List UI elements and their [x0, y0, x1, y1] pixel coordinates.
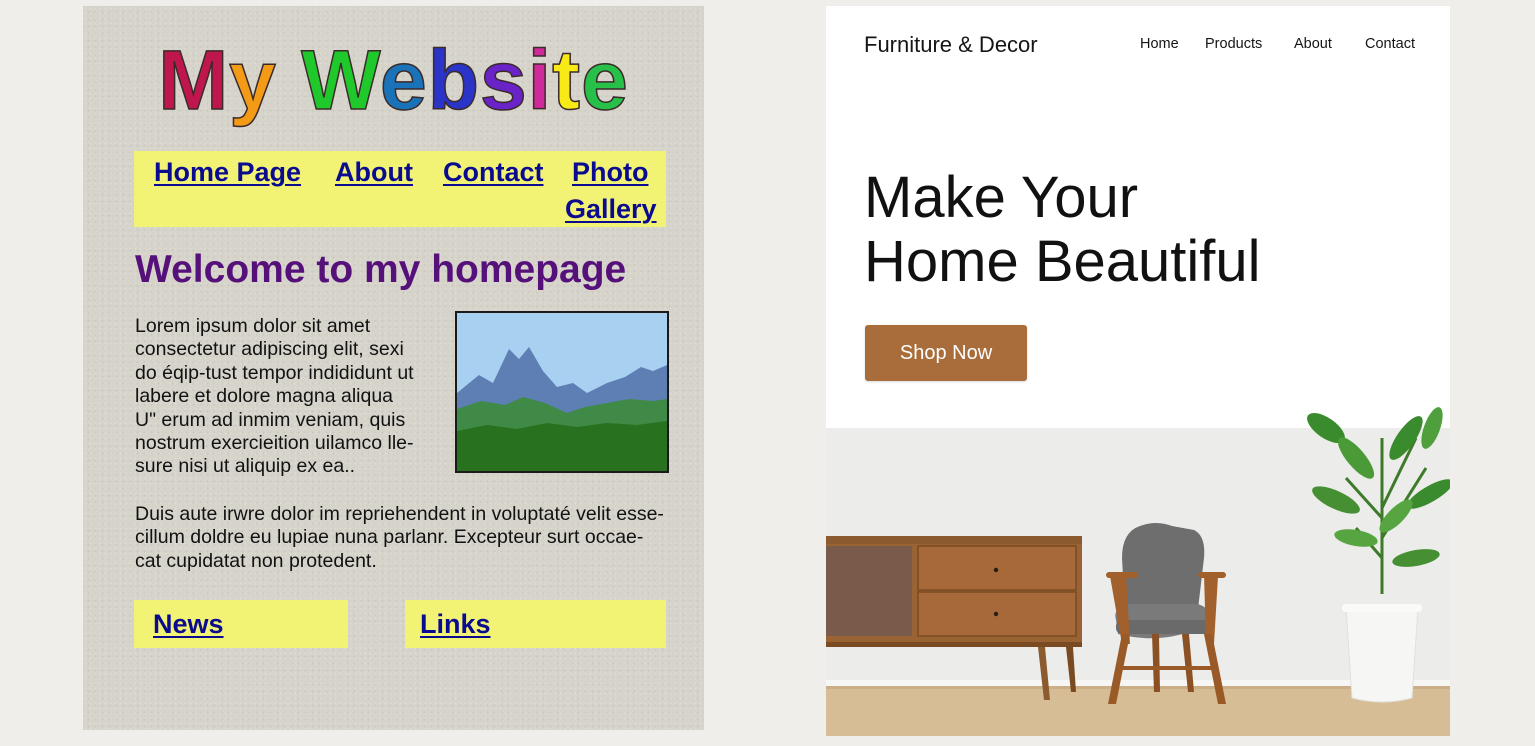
- living-room-photo: [826, 407, 1450, 736]
- old-title-letter: i: [527, 32, 553, 128]
- old-nav-home-link[interactable]: Home Page: [154, 156, 301, 188]
- main-nav: Home Products About Contact: [826, 36, 1450, 56]
- old-news-link[interactable]: News: [153, 608, 224, 640]
- old-nav-photo-gallery-link-line2[interactable]: Gallery: [565, 193, 657, 225]
- old-title-letter: W: [300, 32, 380, 128]
- old-title-letter: t: [551, 32, 582, 128]
- old-news-box: News: [134, 600, 348, 648]
- hero-heading-line1: Make Your: [864, 165, 1139, 230]
- modern-website-mockup: Furniture & Decor Home Products About Co…: [826, 6, 1450, 736]
- hero-heading-line2: Home Beautiful: [864, 229, 1261, 294]
- old-title-letter: M: [157, 32, 230, 128]
- old-title-letter: e: [580, 32, 629, 128]
- old-nav-about-link[interactable]: About: [335, 156, 413, 188]
- hero-heading: Make Your Home Beautiful: [864, 166, 1261, 294]
- shop-now-button[interactable]: Shop Now: [865, 325, 1027, 381]
- old-intro-line: Lorem ipsum dolor sit amet: [135, 315, 371, 337]
- old-top-nav-bar: Home Page About Contact Photo Gallery: [134, 151, 666, 227]
- old-intro-line: do éqip-tust tempor indididunt ut: [135, 361, 414, 384]
- old-title-letter: y: [228, 32, 277, 128]
- old-links-link[interactable]: Links: [420, 608, 491, 640]
- old-title-letter: [277, 33, 301, 127]
- old-welcome-heading: Welcome to my homepage: [135, 248, 627, 291]
- old-intro-line: sure nisi ut aliquip ex ea..: [135, 455, 356, 478]
- old-second-line: cillum doldre eu lupiae nuna parlanr. Ex…: [135, 526, 644, 549]
- old-site-title: My Website: [83, 30, 704, 130]
- mountain-landscape-graphic: [457, 313, 667, 471]
- old-title-letter: s: [479, 32, 528, 128]
- old-title-letter: e: [379, 32, 428, 128]
- old-intro-paragraph: Lorem ipsum dolor sit amet consectetur a…: [135, 315, 435, 479]
- old-intro-line: labere et dolore magna aliqua: [135, 385, 394, 408]
- old-website-mockup: My Website Home Page About Contact Photo…: [83, 6, 704, 730]
- old-nav-photo-gallery-link-line1[interactable]: Photo: [572, 156, 648, 188]
- old-intro-line: U" erum ad inmim veniam, quis: [135, 408, 406, 431]
- old-second-line: cat cupidatat non protedent.: [135, 549, 377, 572]
- old-links-box: Links: [405, 600, 666, 648]
- old-second-paragraph: Duis aute irwre dolor im repriehendent i…: [135, 503, 675, 573]
- old-intro-line: nostrum exercieition uilamco lle-: [135, 432, 414, 455]
- old-mountain-landscape-image: [455, 311, 669, 473]
- old-intro-line: consectetur adipiscing elit, sexi: [135, 338, 404, 361]
- nav-about-link[interactable]: About: [1294, 36, 1332, 52]
- nav-products-link[interactable]: Products: [1205, 36, 1262, 52]
- nav-contact-link[interactable]: Contact: [1365, 36, 1415, 52]
- old-title-letter: b: [427, 32, 481, 128]
- old-nav-contact-link[interactable]: Contact: [443, 156, 544, 188]
- nav-home-link[interactable]: Home: [1140, 36, 1179, 52]
- old-second-line: Duis aute irwre dolor im repriehendent i…: [135, 503, 664, 525]
